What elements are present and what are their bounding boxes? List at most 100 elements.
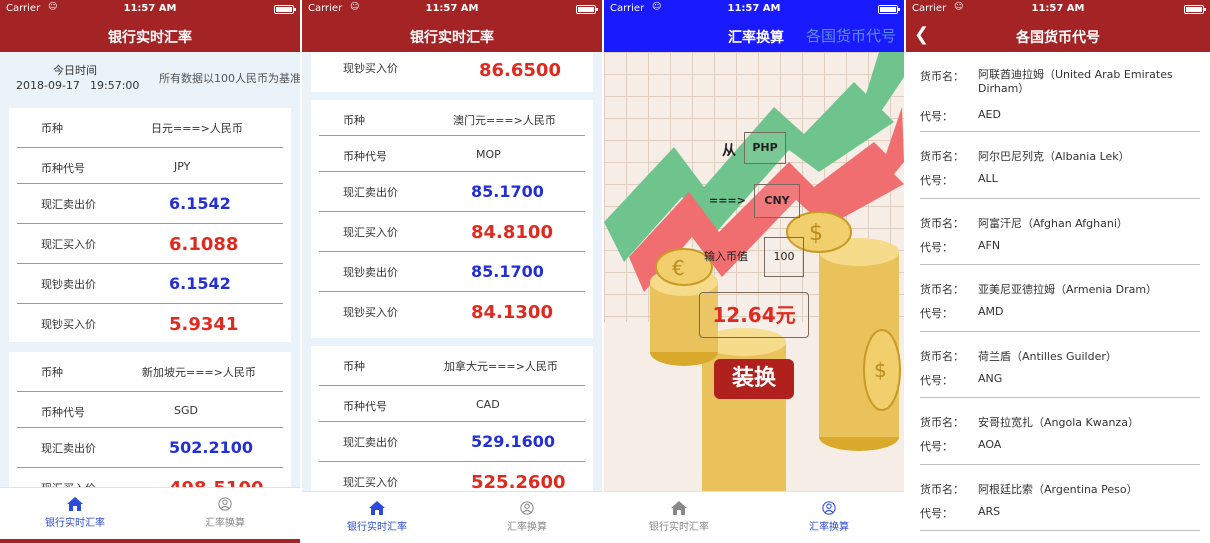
currency-pair: 日元===>人民币 xyxy=(151,122,243,135)
currency-code: MOP xyxy=(476,148,501,161)
row-label: 币种代号 xyxy=(343,150,387,163)
screen-currency-codes: Carrier ☺ 11:57 AM ❮ 各国货币代号 货币名： 阿联酋迪拉姆（… xyxy=(906,0,1210,543)
rate-row: 现汇买入价 84.8100 xyxy=(319,212,585,252)
rate-row: 现汇卖出价 85.1700 xyxy=(319,172,585,212)
nav-bar: Carrier ☺ 11:57 AM 银行实时汇率 xyxy=(302,0,602,52)
currency-code: ANG xyxy=(978,371,1003,385)
row-label: 币种 xyxy=(343,114,365,127)
home-icon xyxy=(67,497,83,511)
battery-icon xyxy=(878,5,900,14)
currency-name: 阿尔巴尼列克（Albania Lek） xyxy=(978,150,1130,163)
rate-row: 现汇卖出价 529.1600 xyxy=(319,422,585,462)
code-label: 代号： xyxy=(920,240,953,254)
spot-buy-value: 6.1088 xyxy=(169,234,239,255)
spot-buy-value: 525.2600 xyxy=(471,472,566,493)
tab-bank-rates[interactable]: 银行实时汇率 xyxy=(604,492,754,540)
list-item: 货币名： 阿尔巴尼列克（Albania Lek） 代号： ALL xyxy=(920,132,1200,199)
row-label: 现钞买入价 xyxy=(343,306,398,319)
nav-bar: Carrier ☺ 11:57 AM 银行实时汇率 xyxy=(0,0,300,52)
amount-input[interactable]: 100 xyxy=(764,237,804,277)
rate-row: 币种代号 SGD xyxy=(17,392,283,428)
currency-codes-link[interactable]: 各国货币代号 xyxy=(806,25,896,46)
currency-name: 阿根廷比索（Argentina Peso） xyxy=(978,482,1138,496)
rate-row: 币种 日元===>人民币 xyxy=(17,108,283,148)
home-icon xyxy=(671,501,687,515)
svg-text:$: $ xyxy=(874,358,887,382)
rate-row: 币种 新加坡元===>人民币 xyxy=(17,352,283,392)
nav-bar: Carrier ☺ 11:57 AM ❮ 各国货币代号 xyxy=(906,0,1210,52)
row-label: 币种代号 xyxy=(41,406,85,419)
row-label: 币种代号 xyxy=(343,400,387,413)
list-item: 货币名： 荷兰盾（Antilles Guilder） 代号： ANG xyxy=(920,332,1200,398)
user-icon xyxy=(218,497,232,511)
row-label: 币种 xyxy=(41,122,63,135)
row-label: 现汇卖出价 xyxy=(343,436,398,449)
name-label: 货币名： xyxy=(920,150,964,163)
tab-convert[interactable]: 汇率换算 xyxy=(452,492,602,540)
cash-sell-value: 6.1542 xyxy=(169,274,231,293)
arrow-label: ===> xyxy=(709,194,746,207)
currency-code: AED xyxy=(978,108,1001,121)
currency-pair: 澳门元===>人民币 xyxy=(453,114,556,127)
code-label: 代号： xyxy=(920,440,953,453)
status-bar: Carrier ☺ 11:57 AM xyxy=(906,0,1210,18)
code-label: 代号： xyxy=(920,373,953,387)
currency-code-list: 货币名： 阿联酋迪拉姆（United Arab Emirates Dirham）… xyxy=(906,52,1210,543)
row-label: 现汇卖出价 xyxy=(343,186,398,199)
spot-sell-value: 85.1700 xyxy=(471,182,544,201)
tab-label: 银行实时汇率 xyxy=(347,522,407,533)
status-bar: Carrier ☺ 11:57 AM xyxy=(302,0,602,18)
row-label: 现汇买入价 xyxy=(343,476,398,489)
row-label: 现钞卖出价 xyxy=(41,278,96,291)
home-icon xyxy=(369,501,385,515)
base-note: 所有数据以100人民币为基准 xyxy=(159,72,300,85)
rate-row: 币种 澳门元===>人民币 xyxy=(319,100,585,136)
input-label: 输入币值 xyxy=(704,250,748,263)
rate-row: 现钞买入价 5.9341 xyxy=(17,304,283,344)
list-item: 货币名： 亚美尼亚德拉姆（Armenia Dram） 代号： AMD xyxy=(920,265,1200,332)
spot-sell-value: 502.2100 xyxy=(169,438,254,457)
row-label: 币种 xyxy=(41,366,63,379)
battery-icon xyxy=(1184,5,1206,14)
tab-bank-rates[interactable]: 银行实时汇率 xyxy=(302,492,452,540)
currency-code: AOA xyxy=(978,438,1002,451)
currency-name: 阿联酋迪拉姆（United Arab Emirates Dirham） xyxy=(978,68,1173,95)
convert-button[interactable]: 装换 xyxy=(714,359,794,399)
status-time: 11:57 AM xyxy=(1031,3,1085,14)
tab-label: 汇率换算 xyxy=(205,518,245,529)
status-bar: Carrier ☺ 11:57 AM xyxy=(604,0,904,18)
tab-convert[interactable]: 汇率换算 xyxy=(150,488,300,536)
list-item: 货币名： 安哥拉宽扎（Angola Kwanza） 代号： AOA xyxy=(920,398,1200,465)
name-label: 货币名： xyxy=(920,482,964,496)
row-label: 现汇卖出价 xyxy=(41,442,96,455)
name-label: 货币名： xyxy=(920,416,964,429)
today-label: 今日时间 xyxy=(53,64,97,77)
tab-convert[interactable]: 汇率换算 xyxy=(754,492,904,540)
status-time: 11:57 AM xyxy=(727,3,781,14)
row-label: 币种 xyxy=(343,360,365,373)
page-title: 汇率换算 xyxy=(728,30,784,46)
code-label: 代号： xyxy=(920,110,953,123)
code-label: 代号： xyxy=(920,307,953,320)
result-display: 12.64元 xyxy=(699,292,809,338)
name-label: 货币名： xyxy=(920,349,964,363)
tab-label: 银行实时汇率 xyxy=(45,518,105,529)
name-label: 货币名： xyxy=(920,216,964,230)
screen-bank-rates-1: Carrier ☺ 11:57 AM 银行实时汇率 今日时间 2018-09-1… xyxy=(0,0,300,543)
code-label: 代号： xyxy=(920,506,953,520)
currency-code: ALL xyxy=(978,172,998,185)
currency-code: ARS xyxy=(978,504,1001,518)
screen-bank-rates-2: Carrier ☺ 11:57 AM 银行实时汇率 现钞买入价 86.6500 币… xyxy=(302,0,602,543)
currency-name: 阿富汗尼（Afghan Afghani） xyxy=(978,216,1128,230)
date-header: 今日时间 2018-09-17 19:57:00 所有数据以100人民币为基准 xyxy=(0,52,300,102)
row-label: 现钞买入价 xyxy=(41,318,96,331)
status-time: 11:57 AM xyxy=(123,3,177,14)
to-currency-field[interactable]: CNY xyxy=(754,184,800,218)
battery-icon xyxy=(274,5,296,14)
cash-buy-value: 5.9341 xyxy=(169,314,239,335)
row-label: 现钞买入价 xyxy=(343,62,398,75)
name-label: 货币名： xyxy=(920,283,964,296)
rate-row: 现汇卖出价 6.1542 xyxy=(17,184,283,224)
tab-bank-rates[interactable]: 银行实时汇率 xyxy=(0,488,150,536)
from-currency-field[interactable]: PHP xyxy=(744,132,786,164)
